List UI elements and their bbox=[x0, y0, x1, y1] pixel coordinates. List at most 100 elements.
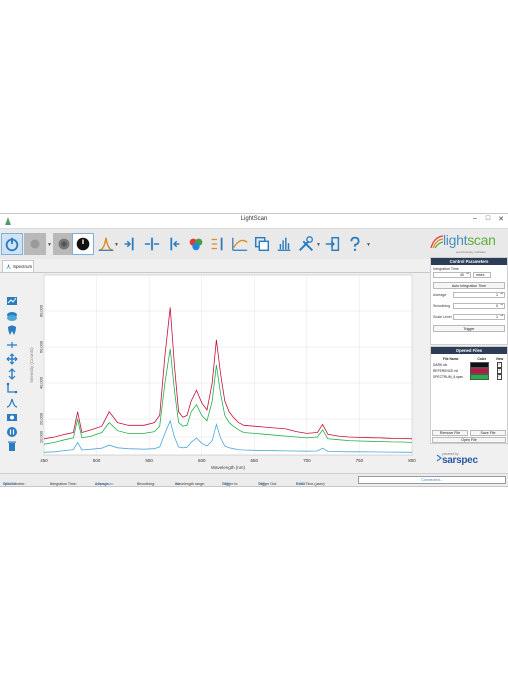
integration-label: Integration Time bbox=[433, 267, 459, 271]
save-file-button[interactable]: Save File bbox=[470, 430, 506, 436]
tab-spectrum[interactable]: Spectrum bbox=[2, 260, 34, 272]
zoom-axes-button[interactable] bbox=[5, 381, 19, 395]
bar-chart-button[interactable] bbox=[273, 233, 295, 255]
connection-status: Connected... bbox=[358, 476, 506, 484]
graph-icon bbox=[7, 297, 17, 305]
scale-level-input[interactable]: 1 bbox=[453, 314, 505, 320]
maximize-button[interactable]: □ bbox=[483, 215, 493, 222]
transmission-button[interactable] bbox=[229, 233, 251, 255]
plot-area bbox=[43, 274, 413, 456]
average-label: Average bbox=[433, 293, 447, 297]
files-table-header: File Name Color View bbox=[432, 355, 505, 362]
power-icon bbox=[5, 237, 19, 252]
x-tick-label: 500 bbox=[93, 458, 101, 463]
irradiance-icon bbox=[211, 237, 223, 251]
brand-name: lightscan bbox=[443, 232, 496, 248]
view-checkbox[interactable]: ✓ bbox=[496, 362, 503, 368]
pan-button[interactable] bbox=[5, 352, 19, 366]
integration-time-input[interactable]: 40 bbox=[433, 272, 471, 278]
files-header: Opened Files bbox=[431, 347, 507, 354]
reference-spectrum-icon bbox=[144, 237, 160, 251]
crosshair-icon bbox=[7, 341, 17, 348]
chevron-down-icon[interactable]: ▼ bbox=[366, 242, 371, 248]
tab-label: Spectrum bbox=[13, 264, 33, 269]
delete-button[interactable] bbox=[5, 439, 19, 453]
bar-chart-icon bbox=[277, 237, 291, 251]
minimize-button[interactable]: – bbox=[470, 215, 480, 222]
dark-reference-button[interactable] bbox=[119, 233, 141, 255]
tools-icon bbox=[298, 236, 314, 252]
settings-tools-button[interactable] bbox=[295, 233, 317, 255]
graph-view-button[interactable] bbox=[5, 294, 19, 308]
copy-button[interactable] bbox=[251, 233, 273, 255]
view-checkbox[interactable]: ✓ bbox=[496, 368, 503, 374]
trash-icon bbox=[8, 441, 16, 451]
exit-icon bbox=[325, 236, 340, 252]
opened-files-panel: Opened Files File Name Color View DARK.s… bbox=[430, 346, 508, 444]
subtract-dark-button[interactable] bbox=[163, 233, 185, 255]
y-tick-label: 80,000 bbox=[39, 304, 44, 317]
window-title: LightScan bbox=[240, 216, 268, 222]
title-bar: LightScan – □ ✕ bbox=[0, 214, 508, 229]
column-header: Color bbox=[477, 356, 486, 361]
right-panel: Control Parameters Integration Time 40 m… bbox=[430, 257, 508, 487]
y-tick-label: 60,000 bbox=[39, 340, 44, 353]
file-row[interactable]: SPECTRUM_5.spec ✓ bbox=[432, 374, 505, 380]
scale-level-label: Scale Level bbox=[433, 315, 452, 319]
x-tick-label: 650 bbox=[251, 458, 259, 463]
spectrum-chart[interactable]: 450 500 550 600 650 700 750 800 10,000 20,000 40,0… bbox=[22, 272, 422, 472]
power-button[interactable] bbox=[1, 233, 23, 255]
lightscan-logo-icon bbox=[430, 235, 444, 249]
sarspec-name: sarspec bbox=[442, 455, 478, 466]
exit-button[interactable] bbox=[322, 233, 344, 255]
powered-by-logo: powered by sarspec bbox=[436, 448, 506, 472]
subtract-icon bbox=[170, 237, 180, 251]
stopwatch-icon bbox=[76, 237, 90, 251]
layers-button[interactable] bbox=[5, 309, 19, 323]
peak-find-button[interactable] bbox=[5, 396, 19, 410]
arrows-vertical-icon bbox=[8, 367, 16, 380]
integration-unit-select[interactable]: msec bbox=[473, 272, 491, 278]
average-input[interactable]: 1 bbox=[453, 292, 505, 298]
trigger-button[interactable]: Trigger bbox=[433, 325, 505, 332]
copy-icon bbox=[254, 236, 270, 252]
single-acquire-button[interactable] bbox=[24, 233, 46, 255]
pause-button[interactable] bbox=[5, 425, 19, 439]
color-circles-icon bbox=[189, 238, 203, 251]
x-axis-label: Wavelength (nm) bbox=[211, 465, 246, 470]
close-button[interactable]: ✕ bbox=[496, 215, 506, 223]
y-tick-label: 20,000 bbox=[39, 412, 44, 425]
help-button[interactable] bbox=[344, 233, 366, 255]
chevron-down-icon[interactable]: ▼ bbox=[47, 242, 52, 248]
x-tick-label: 750 bbox=[356, 458, 364, 463]
column-header: File Name bbox=[442, 356, 459, 361]
camera-icon bbox=[7, 414, 17, 421]
left-toolbar bbox=[5, 294, 23, 454]
remove-file-button[interactable]: Remove File bbox=[432, 430, 468, 436]
pause-icon bbox=[7, 426, 17, 437]
zoom-vertical-button[interactable] bbox=[5, 367, 19, 381]
tooth-button[interactable] bbox=[5, 323, 19, 337]
y-tick-label: 10,000 bbox=[39, 430, 44, 443]
chevron-down-icon[interactable]: ▼ bbox=[316, 242, 321, 248]
stop-button[interactable] bbox=[72, 233, 94, 255]
dark-spectrum-icon bbox=[124, 237, 134, 251]
screenshot-button[interactable] bbox=[5, 410, 19, 424]
files-table: File Name Color View DARK.sfc ✓ REFERENC… bbox=[432, 355, 505, 380]
transmission-icon bbox=[232, 237, 248, 251]
x-tick-label: 450 bbox=[40, 458, 48, 463]
app-window: LightScan – □ ✕ ▼ ▼ ▼ ▼ lightscan spectr… bbox=[0, 213, 508, 487]
smoothing-input[interactable]: 0 bbox=[453, 303, 505, 309]
reference-button[interactable] bbox=[141, 233, 163, 255]
status-bar: Spectrometer: DEVICE Integration Time: 0… bbox=[0, 473, 508, 486]
control-header: Control Parameters bbox=[431, 258, 507, 265]
color-button[interactable] bbox=[185, 233, 207, 255]
spectrum-tab-icon bbox=[6, 264, 11, 269]
auto-integration-button[interactable]: Auto Integration Time bbox=[433, 282, 505, 289]
open-file-button[interactable]: Open File bbox=[432, 437, 506, 443]
color-swatch[interactable] bbox=[470, 374, 490, 380]
cursor-button[interactable] bbox=[5, 338, 19, 352]
view-checkbox[interactable]: ✓ bbox=[496, 374, 503, 380]
tooth-icon bbox=[8, 325, 16, 335]
irradiance-button[interactable] bbox=[207, 233, 229, 255]
